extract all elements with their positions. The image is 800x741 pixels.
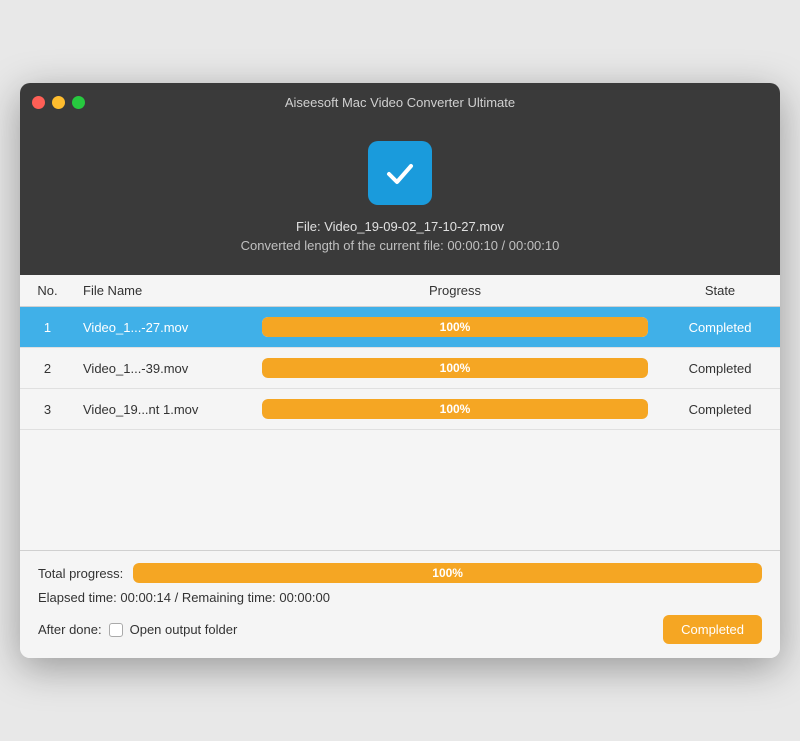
total-progress-percent: 100% (432, 566, 463, 580)
app-window: Aiseesoft Mac Video Converter Ultimate F… (20, 83, 780, 658)
progress-label: 100% (440, 320, 471, 334)
minimize-button[interactable] (52, 96, 65, 109)
completion-indicator (368, 141, 432, 205)
progress-bar-fill: 100% (262, 317, 648, 337)
row-filename: Video_1...-27.mov (75, 320, 250, 335)
table-row[interactable]: 2 Video_1...-39.mov 100% Completed (20, 348, 780, 389)
progress-label: 100% (440, 361, 471, 375)
window-controls (32, 96, 85, 109)
converted-info: Converted length of the current file: 00… (241, 238, 560, 253)
total-progress-bar: 100% (133, 563, 762, 583)
total-progress-row: Total progress: 100% (38, 563, 762, 583)
table-row[interactable]: 1 Video_1...-27.mov 100% Completed (20, 307, 780, 348)
progress-bar-wrap: 100% (262, 358, 648, 378)
table-row[interactable]: 3 Video_19...nt 1.mov 100% Completed (20, 389, 780, 430)
row-progress-cell: 100% (250, 358, 660, 378)
col-no: No. (20, 283, 75, 298)
file-table: No. File Name Progress State 1 Video_1..… (20, 275, 780, 550)
progress-label: 100% (440, 402, 471, 416)
row-number: 2 (20, 361, 75, 376)
progress-bar-fill: 100% (262, 399, 648, 419)
progress-bar-wrap: 100% (262, 399, 648, 419)
window-title: Aiseesoft Mac Video Converter Ultimate (285, 95, 515, 110)
after-done-row: After done: Open output folder Completed (38, 615, 762, 644)
bottom-area: Total progress: 100% Elapsed time: 00:00… (20, 550, 780, 658)
header-area: File: Video_19-09-02_17-10-27.mov Conver… (20, 121, 780, 275)
total-progress-label: Total progress: (38, 566, 123, 581)
elapsed-time: Elapsed time: 00:00:14 / Remaining time:… (38, 590, 762, 605)
row-number: 3 (20, 402, 75, 417)
progress-bar-wrap: 100% (262, 317, 648, 337)
row-state: Completed (660, 320, 780, 335)
col-state: State (660, 283, 780, 298)
checkmark-icon (382, 155, 418, 191)
open-output-checkbox[interactable] (109, 623, 123, 637)
completed-button[interactable]: Completed (663, 615, 762, 644)
after-done-label: After done: (38, 622, 102, 637)
row-number: 1 (20, 320, 75, 335)
row-filename: Video_19...nt 1.mov (75, 402, 250, 417)
table-header: No. File Name Progress State (20, 275, 780, 307)
open-output-label: Open output folder (130, 622, 238, 637)
progress-bar-fill: 100% (262, 358, 648, 378)
row-progress-cell: 100% (250, 399, 660, 419)
file-info: File: Video_19-09-02_17-10-27.mov (296, 219, 504, 234)
after-done-left: After done: Open output folder (38, 622, 237, 637)
col-progress: Progress (250, 283, 660, 298)
row-state: Completed (660, 402, 780, 417)
maximize-button[interactable] (72, 96, 85, 109)
col-filename: File Name (75, 283, 250, 298)
row-progress-cell: 100% (250, 317, 660, 337)
table-empty-area (20, 430, 780, 550)
row-state: Completed (660, 361, 780, 376)
close-button[interactable] (32, 96, 45, 109)
title-bar: Aiseesoft Mac Video Converter Ultimate (20, 83, 780, 121)
row-filename: Video_1...-39.mov (75, 361, 250, 376)
